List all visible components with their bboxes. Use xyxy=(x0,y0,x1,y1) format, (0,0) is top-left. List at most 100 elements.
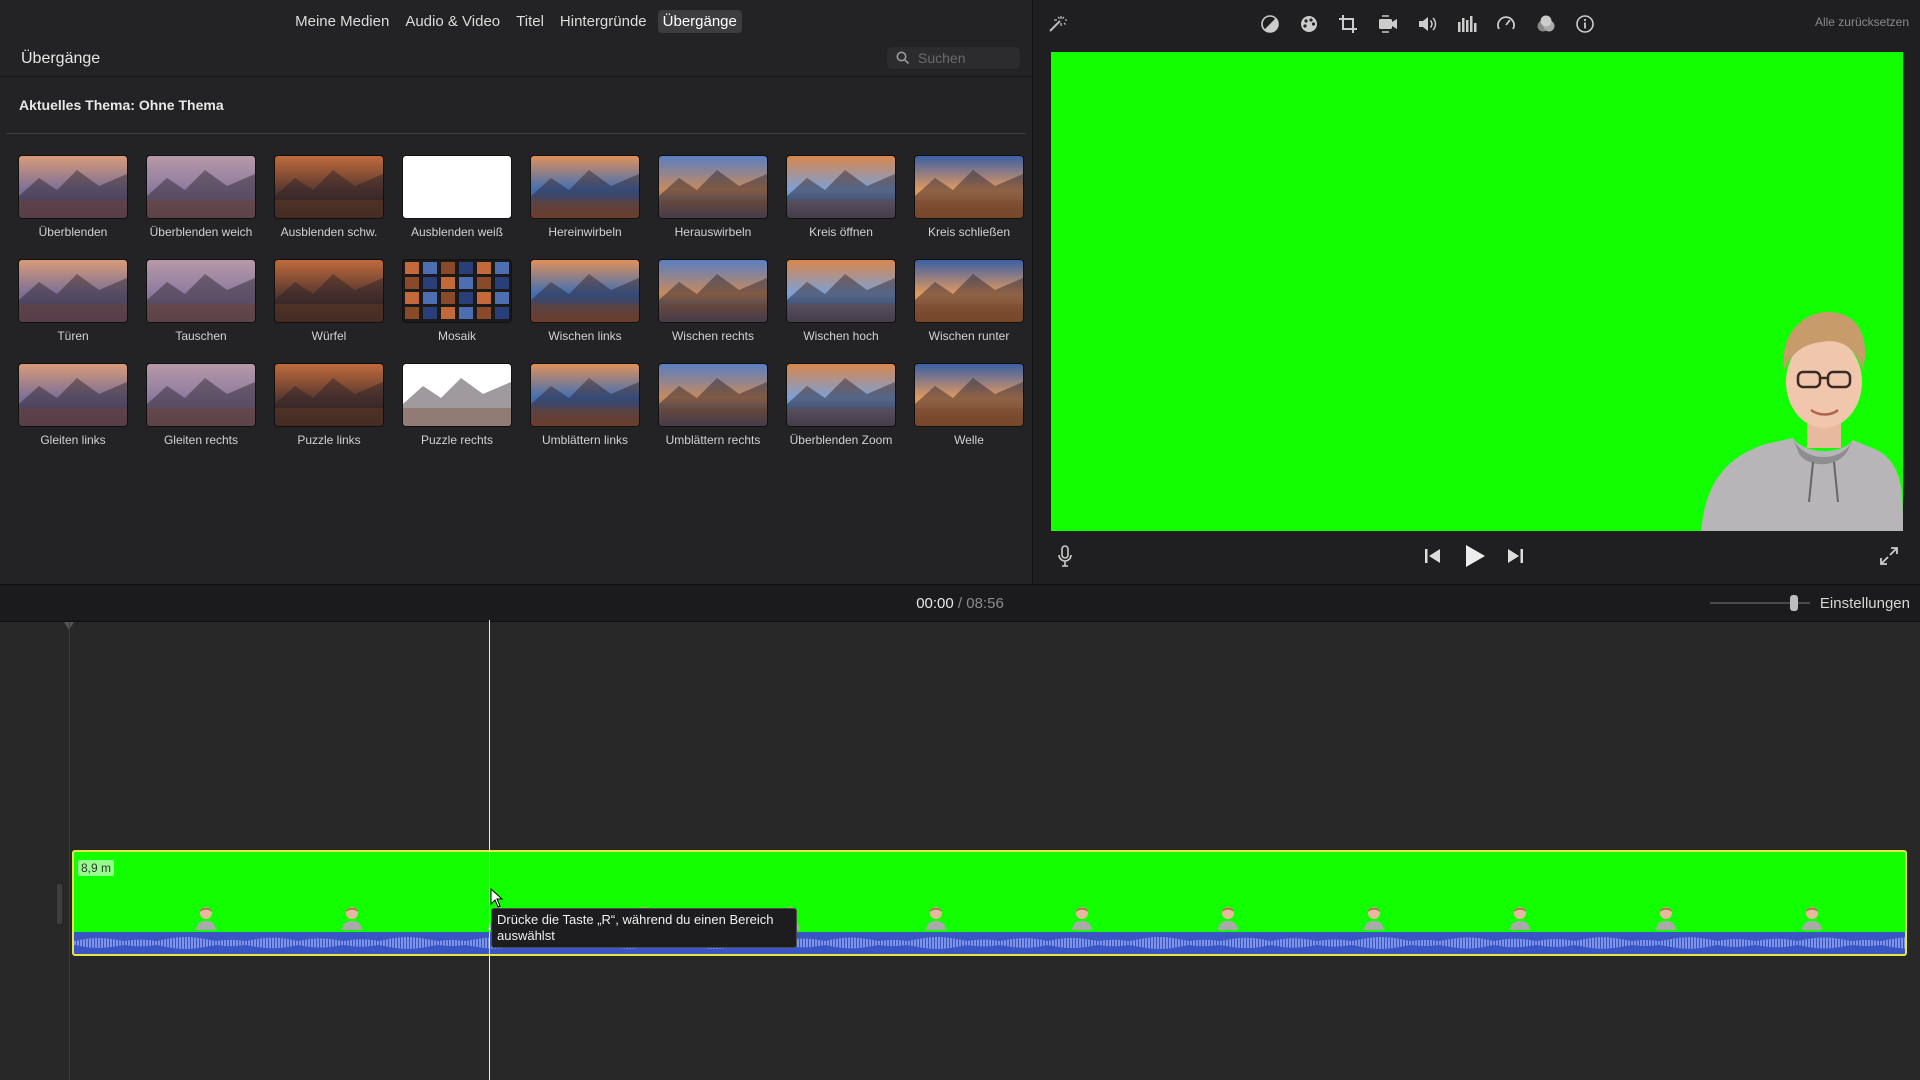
transition-label: Kreis schließen xyxy=(927,225,1011,239)
magic-wand-icon[interactable] xyxy=(1046,13,1068,35)
timeline[interactable]: 8,9 m xyxy=(0,622,1920,1080)
timeline-zoom-slider[interactable] xyxy=(1710,595,1810,611)
tab-transitions[interactable]: Übergänge xyxy=(657,9,742,33)
clip-filter-icon[interactable] xyxy=(1535,13,1557,35)
transition-tile[interactable]: Ausblenden weiß xyxy=(403,156,511,239)
transition-tile[interactable]: Kreis schließen xyxy=(915,156,1023,239)
transition-label: Umblättern rechts xyxy=(665,433,761,447)
clip-audio-waveform xyxy=(74,932,1905,954)
search-field[interactable] xyxy=(887,47,1020,69)
transition-label: Kreis öffnen xyxy=(809,225,873,239)
transition-label: Welle xyxy=(954,433,984,447)
transition-tile[interactable]: Kreis öffnen xyxy=(787,156,895,239)
tab-backgrounds[interactable]: Hintergründe xyxy=(555,10,652,33)
browser-title: Übergänge xyxy=(21,50,101,67)
transition-tile[interactable]: Wischen runter xyxy=(915,260,1023,343)
transition-tile[interactable]: Gleiten links xyxy=(19,364,127,447)
transition-tile[interactable]: Wischen hoch xyxy=(787,260,895,343)
transition-thumbnail xyxy=(403,156,511,218)
transition-thumbnail xyxy=(531,156,639,218)
skip-forward-icon[interactable] xyxy=(1505,546,1525,566)
info-icon[interactable] xyxy=(1574,13,1596,35)
transition-label: Hereinwirbeln xyxy=(548,225,622,239)
tab-my-media[interactable]: Meine Medien xyxy=(290,10,394,33)
transition-tile[interactable]: Würfel xyxy=(275,260,383,343)
presenter-image xyxy=(1701,311,1903,531)
transition-tile[interactable]: Herauswirbeln xyxy=(659,156,767,239)
transition-label: Würfel xyxy=(311,329,347,343)
presenter-mini-icon xyxy=(1656,907,1676,930)
transition-label: Mosaik xyxy=(437,329,476,343)
reset-all-button[interactable]: Alle zurücksetzen xyxy=(1815,15,1909,29)
transition-thumbnail xyxy=(915,364,1023,426)
timeline-start-line xyxy=(69,622,70,1080)
transition-thumbnail xyxy=(19,364,127,426)
transition-label: Tauschen xyxy=(175,329,227,343)
viewer-toolbar: Alle zurücksetzen xyxy=(1033,0,1920,44)
transition-thumbnail xyxy=(531,260,639,322)
transition-tile[interactable]: Hereinwirbeln xyxy=(531,156,639,239)
transition-tile[interactable]: Mosaik xyxy=(403,260,511,343)
transition-tile[interactable]: Überblenden weich xyxy=(147,156,255,239)
settings-button[interactable]: Einstellungen xyxy=(1820,595,1910,612)
microphone-icon[interactable] xyxy=(1055,544,1075,568)
transition-tile[interactable]: Umblättern links xyxy=(531,364,639,447)
presenter-mini-icon xyxy=(1218,907,1238,930)
presenter-mini-icon xyxy=(926,907,946,930)
transition-tile[interactable]: Überblenden xyxy=(19,156,127,239)
presenter-mini-icon xyxy=(1510,907,1530,930)
transition-tile[interactable]: Überblenden Zoom xyxy=(787,364,895,447)
transition-thumbnail xyxy=(275,156,383,218)
presenter-mini-icon xyxy=(342,907,362,930)
transition-label: Puzzle rechts xyxy=(420,433,494,447)
transition-tile[interactable]: Welle xyxy=(915,364,1023,447)
transition-tile[interactable]: Ausblenden schw. xyxy=(275,156,383,239)
color-correction-icon[interactable] xyxy=(1298,13,1320,35)
clip-drag-handle[interactable] xyxy=(57,884,62,924)
transition-label: Überblenden Zoom xyxy=(789,433,893,447)
clip-duration-badge: 8,9 m xyxy=(78,860,115,876)
current-theme-label: Aktuelles Thema: Ohne Thema xyxy=(19,97,224,113)
volume-icon[interactable] xyxy=(1416,13,1438,35)
color-balance-icon[interactable] xyxy=(1259,13,1281,35)
transition-tile[interactable]: Umblättern rechts xyxy=(659,364,767,447)
transition-thumbnail xyxy=(915,156,1023,218)
transition-tile[interactable]: Türen xyxy=(19,260,127,343)
transition-label: Wischen hoch xyxy=(803,329,879,343)
transition-tile[interactable]: Puzzle rechts xyxy=(403,364,511,447)
transition-tile[interactable]: Tauschen xyxy=(147,260,255,343)
transition-thumbnail xyxy=(403,260,511,322)
transition-label: Türen xyxy=(57,329,89,343)
transition-label: Überblenden xyxy=(38,225,108,239)
crop-icon[interactable] xyxy=(1337,13,1359,35)
playhead[interactable] xyxy=(489,620,490,1080)
transition-tile[interactable]: Wischen links xyxy=(531,260,639,343)
search-input[interactable] xyxy=(916,49,1020,67)
speed-icon[interactable] xyxy=(1495,13,1517,35)
transition-thumbnail xyxy=(659,364,767,426)
transition-tile[interactable]: Gleiten rechts xyxy=(147,364,255,447)
video-clip[interactable]: 8,9 m xyxy=(72,850,1907,956)
transition-tile[interactable]: Puzzle links xyxy=(275,364,383,447)
fullscreen-icon[interactable] xyxy=(1878,545,1900,567)
play-icon[interactable] xyxy=(1463,544,1487,568)
stabilization-icon[interactable] xyxy=(1377,13,1399,35)
equalizer-icon[interactable] xyxy=(1456,13,1478,35)
tab-audio-video[interactable]: Audio & Video xyxy=(400,10,505,33)
total-time: 08:56 xyxy=(966,595,1004,612)
video-preview[interactable] xyxy=(1051,52,1903,531)
zoom-slider-knob[interactable] xyxy=(1790,595,1798,611)
browser-tabs: Meine Medien Audio & Video Titel Hinterg… xyxy=(0,0,1032,42)
tab-titles[interactable]: Titel xyxy=(511,10,549,33)
transition-label: Wischen links xyxy=(548,329,622,343)
transition-label: Ausblenden weiß xyxy=(410,225,504,239)
transition-thumbnail xyxy=(659,260,767,322)
transition-thumbnail xyxy=(147,364,255,426)
presenter-mini-icon xyxy=(1802,907,1822,930)
timecode: 00:00 / 08:56 xyxy=(0,595,1920,612)
transition-thumbnail xyxy=(19,156,127,218)
transition-thumbnail xyxy=(147,156,255,218)
skip-back-icon[interactable] xyxy=(1423,546,1443,566)
transition-tile[interactable]: Wischen rechts xyxy=(659,260,767,343)
mouse-cursor-icon xyxy=(490,888,504,908)
